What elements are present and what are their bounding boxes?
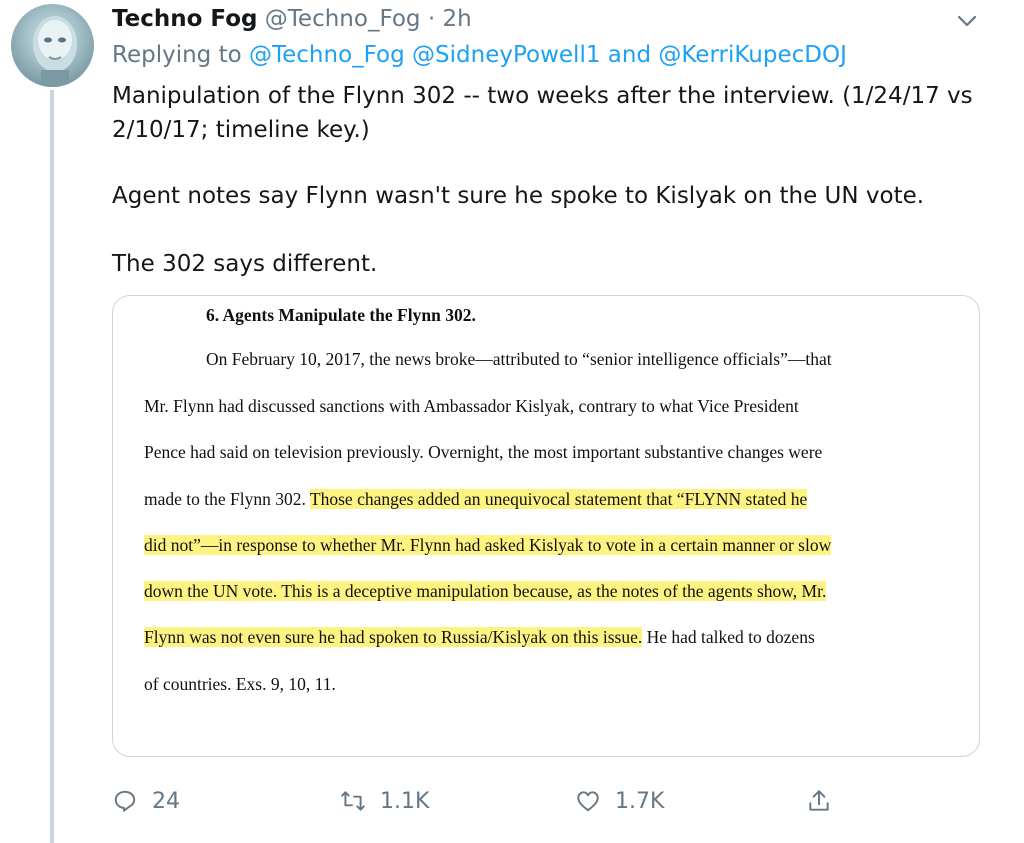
- document-text: He had talked to dozens: [642, 627, 815, 647]
- reply-icon: [114, 790, 136, 812]
- avatar[interactable]: [11, 4, 94, 87]
- chevron-down-icon[interactable]: [956, 10, 978, 32]
- highlighted-text: did not”—in response to whether Mr. Flyn…: [144, 535, 832, 555]
- document-line: made to the Flynn 302. Those changes add…: [144, 489, 808, 510]
- document-line: Pence had said on television previously.…: [144, 442, 823, 462]
- document-line: On February 10, 2017, the news broke—att…: [206, 349, 832, 369]
- replying-to-links[interactable]: @Techno_Fog @SidneyPowell1 and @KerriKup…: [249, 42, 847, 68]
- highlighted-text: Those changes added an unequivocal state…: [309, 489, 808, 509]
- retweet-button[interactable]: 1.1K: [340, 785, 429, 817]
- like-button[interactable]: 1.7K: [575, 785, 664, 817]
- retweet-count: 1.1K: [380, 788, 430, 814]
- retweet-icon: [341, 791, 365, 811]
- document-text: made to the Flynn 302.: [144, 489, 310, 509]
- document-line: down the UN vote. This is a deceptive ma…: [144, 581, 827, 602]
- share-button[interactable]: [806, 785, 846, 817]
- replying-to: Replying to @Techno_Fog @SidneyPowell1 a…: [112, 42, 847, 68]
- like-icon: [577, 791, 599, 812]
- tweet-text-line: The 302 says different.: [112, 251, 378, 277]
- highlighted-text: Flynn was not even sure he had spoken to…: [144, 627, 643, 647]
- like-count: 1.7K: [615, 788, 665, 814]
- tweet-text-line: 2/10/17; timeline key.): [112, 117, 370, 143]
- tweet-actions: 24 1.1K 1.7K: [112, 785, 992, 817]
- replying-prefix: Replying to: [112, 42, 242, 68]
- thread-line: [50, 90, 54, 843]
- author-name[interactable]: Techno Fog: [112, 6, 257, 32]
- share-icon: [809, 790, 829, 811]
- document-line: Flynn was not even sure he had spoken to…: [144, 627, 815, 648]
- document-line: of countries. Exs. 9, 10, 11.: [144, 674, 336, 694]
- reply-count: 24: [152, 788, 180, 814]
- reply-button[interactable]: 24: [112, 785, 180, 817]
- highlighted-text: down the UN vote. This is a deceptive ma…: [144, 581, 827, 601]
- tweet-time[interactable]: · 2h: [428, 6, 472, 32]
- document-heading: 6. Agents Manipulate the Flynn 302.: [206, 305, 476, 325]
- tweet-header: Techno Fog @Techno_Fog · 2h: [112, 6, 472, 32]
- author-handle[interactable]: @Techno_Fog: [265, 6, 421, 32]
- tweet-text-line: Manipulation of the Flynn 302 -- two wee…: [112, 83, 973, 109]
- attached-document-image[interactable]: 6. Agents Manipulate the Flynn 302. On F…: [112, 295, 980, 757]
- tweet-text-line: Agent notes say Flynn wasn't sure he spo…: [112, 183, 925, 209]
- robot-face-icon: [33, 16, 77, 87]
- document-line: did not”—in response to whether Mr. Flyn…: [144, 535, 832, 556]
- document-line: Mr. Flynn had discussed sanctions with A…: [144, 396, 799, 416]
